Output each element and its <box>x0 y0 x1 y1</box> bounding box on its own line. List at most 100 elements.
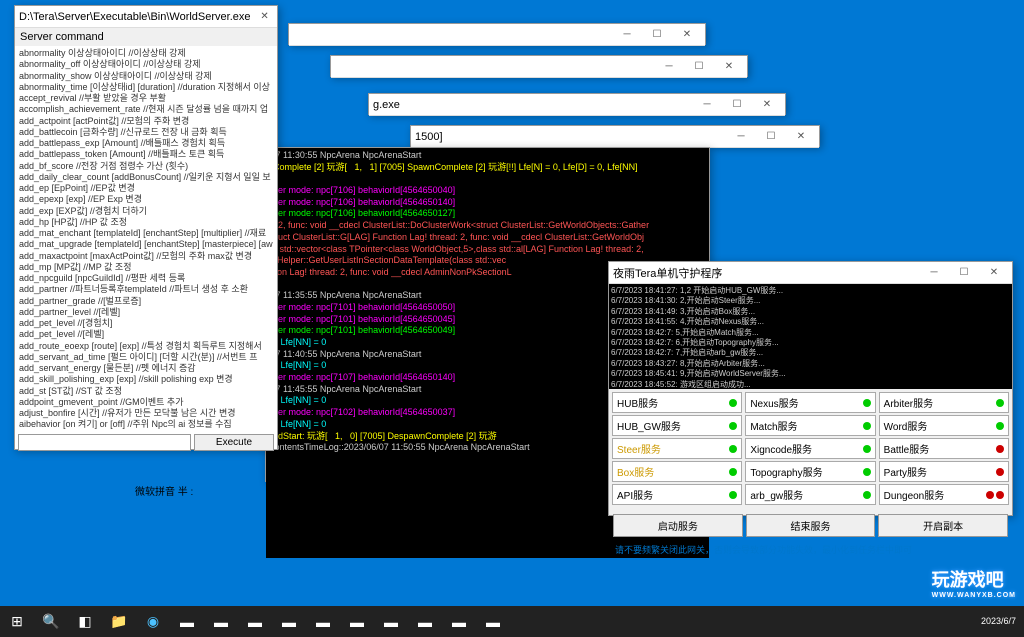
command-item[interactable]: add_route_eoexp [route] [exp] //특성 경험치 획… <box>19 341 273 352</box>
window-title: D:\Tera\Server\Executable\Bin\WorldServe… <box>19 11 251 23</box>
close-button[interactable]: ✕ <box>980 264 1008 282</box>
max-button[interactable]: ☐ <box>685 58 713 76</box>
service-status: Steer服务 <box>612 438 742 459</box>
command-item[interactable]: add_mat_enchant [templateId] [enchantSte… <box>19 228 273 239</box>
service-status: API服务 <box>612 484 742 505</box>
command-item[interactable]: abnormality_show 이상상태아이디 //이상상태 강제 <box>19 71 273 82</box>
window-title: 夜雨Tera单机守护程序 <box>613 265 722 281</box>
stop-services-button[interactable]: 结束服务 <box>746 514 876 537</box>
command-item[interactable]: add_battlepass_exp [Amount] //배틀패스 경험치 획… <box>19 138 273 149</box>
command-item[interactable]: add_actpoint [actPoint값] //모험의 주화 변경 <box>19 116 273 127</box>
window-title: g.exe <box>373 99 400 111</box>
command-item[interactable]: add_mp [MP값] //MP 값 조정 <box>19 262 273 273</box>
command-item[interactable]: add_pet_level //[레벨] <box>19 329 273 340</box>
service-status: HUB_GW服务 <box>612 415 742 436</box>
service-status: Box服务 <box>612 461 742 482</box>
edge-icon[interactable]: ◉ <box>136 606 170 637</box>
command-item[interactable]: add_hp [HP값] //HP 값 조정 <box>19 217 273 228</box>
panel-header: Server command <box>15 28 277 46</box>
close-button[interactable]: ✕ <box>787 128 815 146</box>
command-item[interactable]: accept_revival //부활 받았을 경우 부활 <box>19 93 273 104</box>
command-item[interactable]: addpoint_gmevent_point //GM이벤트 추가 <box>19 397 273 408</box>
command-item[interactable]: abnormality_time [이상상태id] [duration] //d… <box>19 82 273 93</box>
guardian-log: 6/7/2023 18:41:27: 1,2 开始启动HUB_GW服务...6/… <box>609 284 1012 389</box>
command-item[interactable]: add_st [ST값] //ST 값 조정 <box>19 386 273 397</box>
watermark: 玩游戏吧WWW.WANYXB.COM <box>932 566 1016 599</box>
start-button[interactable]: ⊞ <box>0 606 34 637</box>
command-item[interactable]: add_pet_level //[경험치] <box>19 318 273 329</box>
taskbar-clock[interactable]: 2023/6/7 <box>973 616 1024 628</box>
max-button[interactable]: ☐ <box>723 96 751 114</box>
command-item[interactable]: aibehavior [on 켜기] or [off] //주위 Npc의 ai… <box>19 419 273 430</box>
command-item[interactable]: add_partner //파트너등록후templateId //파트너 생성 … <box>19 284 273 295</box>
command-item[interactable]: add_bf_score //전장 거점 점령수 가산 (횟수) <box>19 161 273 172</box>
services-grid: HUB服务HUB_GW服务Steer服务Box服务API服务 Nexus服务Mat… <box>609 389 1012 510</box>
service-status: HUB服务 <box>612 392 742 413</box>
warning-note: 请不要频繁关闭此网关，否则会导致部分功能失效，最小化到任务栏中即可 <box>609 541 1012 558</box>
app-icon[interactable]: ▬ <box>170 606 204 637</box>
start-services-button[interactable]: 启动服务 <box>613 514 743 537</box>
command-list[interactable]: abnormality 이상상태아이디 //이상상태 강제abnormality… <box>15 46 277 431</box>
command-item[interactable]: add_exp [EXP값] //경험치 더하기 <box>19 206 273 217</box>
guardian-window: 夜雨Tera单机守护程序 ─☐✕ 6/7/2023 18:41:27: 1,2 开… <box>608 261 1013 516</box>
command-input[interactable] <box>18 434 191 451</box>
command-item[interactable]: adjust_bonfire [시간] //유저가 만든 모닥불 남은 시간 변… <box>19 408 273 419</box>
app-icon[interactable]: ▬ <box>204 606 238 637</box>
app-icon[interactable]: ▬ <box>476 606 510 637</box>
task-view-button[interactable]: ◧ <box>68 606 102 637</box>
command-item[interactable]: add_daily_clear_count [addBonusCount] //… <box>19 172 273 183</box>
app-icon[interactable]: ▬ <box>408 606 442 637</box>
command-item[interactable]: add_battlecoin [금화수량] //신규로드 전장 내 금화 획득 <box>19 127 273 138</box>
command-item[interactable]: add_servant_energy [물든분] //펫 에너지 증감 <box>19 363 273 374</box>
service-status: Dungeon服务 <box>879 484 1009 505</box>
min-button[interactable]: ─ <box>613 26 641 44</box>
app-icon[interactable]: ▬ <box>306 606 340 637</box>
command-item[interactable]: add_battlepass_token [Amount] //배틀패스 토큰 … <box>19 149 273 160</box>
close-button[interactable]: ✕ <box>715 58 743 76</box>
min-button[interactable]: ─ <box>655 58 683 76</box>
command-item[interactable]: abnormality 이상상태아이디 //이상상태 강제 <box>19 48 273 59</box>
command-item[interactable]: add_epexp [exp] //EP Exp 변경 <box>19 194 273 205</box>
service-status: Word服务 <box>879 415 1009 436</box>
command-item[interactable]: add_servant_ad_time [펄드 아이디] [더할 시간(분)] … <box>19 352 273 363</box>
max-button[interactable]: ☐ <box>950 264 978 282</box>
command-item[interactable]: add_partner_grade //[벌프로증] <box>19 296 273 307</box>
service-status: Match服务 <box>745 415 875 436</box>
min-button[interactable]: ─ <box>727 128 755 146</box>
close-button[interactable]: ✕ <box>251 8 279 26</box>
command-item[interactable]: add_skill_polishing_exp [exp] //skill po… <box>19 374 273 385</box>
explorer-icon[interactable]: 📁 <box>102 606 136 637</box>
min-button[interactable]: ─ <box>693 96 721 114</box>
app-icon[interactable]: ▬ <box>374 606 408 637</box>
open-instance-button[interactable]: 开启副本 <box>878 514 1008 537</box>
max-button[interactable]: ☐ <box>643 26 671 44</box>
app-icon[interactable]: ▬ <box>272 606 306 637</box>
command-item[interactable]: abnormality_off 이상상태아이디 //이상상태 강제 <box>19 59 273 70</box>
app-icon[interactable]: ▬ <box>340 606 374 637</box>
taskbar: ⊞ 🔍 ◧ 📁 ◉ ▬ ▬ ▬ ▬ ▬ ▬ ▬ ▬ ▬ ▬ 2023/6/7 <box>0 606 1024 637</box>
app-icon[interactable]: ▬ <box>238 606 272 637</box>
service-status: Topography服务 <box>745 461 875 482</box>
window-title: 1500] <box>415 131 443 143</box>
service-status: Nexus服务 <box>745 392 875 413</box>
service-status: Party服务 <box>879 461 1009 482</box>
close-button[interactable]: ✕ <box>753 96 781 114</box>
service-status: Battle服务 <box>879 438 1009 459</box>
command-item[interactable]: add_mat_upgrade [templateId] [enchantSte… <box>19 239 273 250</box>
command-item[interactable]: add_npcguild [npcGuildId] //평판 세력 등록 <box>19 273 273 284</box>
execute-button[interactable]: Execute <box>194 434 274 451</box>
server-command-window: D:\Tera\Server\Executable\Bin\WorldServe… <box>14 5 278 450</box>
min-button[interactable]: ─ <box>920 264 948 282</box>
command-item[interactable]: add_ep [EpPoint] //EP값 변경 <box>19 183 273 194</box>
command-item[interactable]: add_partner_level //[레벨] <box>19 307 273 318</box>
app-icon[interactable]: ▬ <box>442 606 476 637</box>
command-item[interactable]: accomplish_achievement_rate //현재 시즌 달성률 … <box>19 104 273 115</box>
ime-status: 微软拼音 半 : <box>135 483 193 498</box>
service-status: arb_gw服务 <box>745 484 875 505</box>
max-button[interactable]: ☐ <box>757 128 785 146</box>
service-status: Xigncode服务 <box>745 438 875 459</box>
command-item[interactable]: add_maxactpoint [maxActPoint값] //모험의 주화 … <box>19 251 273 262</box>
search-icon[interactable]: 🔍 <box>34 606 68 637</box>
service-status: Arbiter服务 <box>879 392 1009 413</box>
close-button[interactable]: ✕ <box>673 26 701 44</box>
